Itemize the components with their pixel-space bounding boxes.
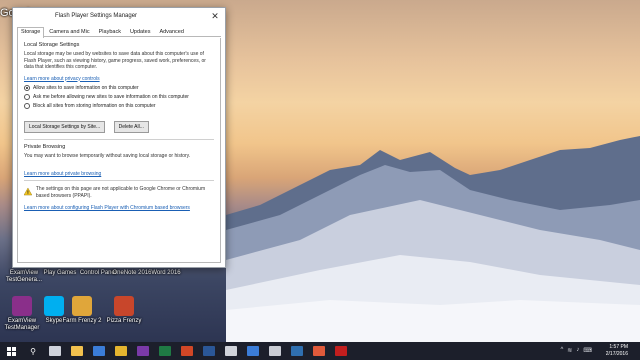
xbox-icon (269, 346, 281, 356)
calculator-icon (225, 346, 237, 356)
titlebar[interactable]: Flash Player Settings Manager ✕ (13, 8, 225, 24)
chromium-notice-text: The settings on this page are not applic… (35, 186, 206, 199)
desktop-icon[interactable]: Farm Frenzy 2 (60, 296, 104, 325)
section-divider (24, 180, 214, 181)
local-storage-description: Local storage may be used by websites to… (24, 51, 206, 70)
mail-icon (247, 346, 259, 356)
section-divider (24, 138, 214, 140)
desktop-icon-label: Farm Frenzy 2 (62, 318, 102, 324)
delete-all-button[interactable]: Delete All... (113, 120, 149, 133)
search-icon[interactable]: ⚲ (22, 342, 44, 360)
chrome2-icon[interactable] (308, 342, 330, 360)
tab-updates[interactable]: Updates (126, 27, 155, 36)
xbox-icon[interactable] (264, 342, 286, 360)
warning-icon (24, 187, 32, 196)
file-explorer-icon (71, 346, 83, 356)
flash-icon[interactable] (330, 342, 352, 360)
radio-block-all[interactable]: Block all sites from storing information… (24, 102, 214, 109)
task-view-icon (49, 346, 61, 356)
word-icon (203, 346, 215, 356)
mail-icon[interactable] (242, 342, 264, 360)
app-icon (72, 296, 92, 316)
volume-icon[interactable]: ♪ (576, 347, 579, 354)
private-browsing-heading: Private Browsing (24, 143, 66, 150)
radio-allow-label: Allow sites to save information on this … (33, 84, 139, 91)
privacy-controls-link[interactable]: Learn more about privacy controls (24, 76, 214, 82)
local-storage-heading: Local Storage Settings (24, 42, 80, 48)
tab-camera-and-mic[interactable]: Camera and Mic (45, 27, 93, 36)
desktop-icon-label: Pizza Frenzy (106, 318, 142, 324)
calculator-icon[interactable] (220, 342, 242, 360)
tab-playback[interactable]: Playback (95, 27, 125, 36)
app-icon (12, 296, 32, 316)
powerpoint-icon (181, 346, 193, 356)
flash-icon (335, 346, 347, 356)
onenote-icon[interactable] (132, 342, 154, 360)
radio-ask-label: Ask me before allowing new sites to save… (33, 93, 189, 100)
radio-ask-before[interactable]: Ask me before allowing new sites to save… (24, 93, 214, 100)
close-icon[interactable]: ✕ (209, 11, 221, 22)
chevron-up-icon[interactable]: ^ (560, 347, 563, 354)
chrome2-icon (313, 346, 325, 356)
word-icon[interactable] (198, 342, 220, 360)
task-view-icon[interactable] (44, 342, 66, 360)
private-browsing-link[interactable]: Learn more about private browsing (24, 171, 214, 177)
network-icon[interactable]: ≋ (567, 347, 572, 354)
taskbar: ⚲ ^ ≋ ♪ ⌨ 1:57 PM 2/17/2016 (0, 342, 640, 360)
radio-unselected-icon (24, 93, 30, 100)
storage-panel: Local Storage Settings Local storage may… (17, 38, 221, 263)
keyboard-icon[interactable]: ⌨ (583, 347, 592, 354)
tab-storage[interactable]: Storage (17, 27, 45, 38)
tab-strip: Storage Camera and Mic Playback Updates … (17, 27, 221, 38)
onenote-icon (137, 346, 149, 356)
radio-allow-sites[interactable]: Allow sites to save information on this … (24, 84, 214, 91)
storage-buttons: Local Storage Settings by Site... Delete… (24, 115, 214, 133)
system-tray: ^ ≋ ♪ ⌨ (560, 347, 592, 354)
chrome-icon[interactable] (110, 342, 132, 360)
clock[interactable]: 1:57 PM 2/17/2016 (606, 344, 628, 358)
media-icon (291, 346, 303, 356)
media-icon[interactable] (286, 342, 308, 360)
radio-block-label: Block all sites from storing information… (33, 102, 156, 109)
chromium-config-link[interactable]: Learn more about configuring Flash Playe… (24, 205, 214, 211)
tab-advanced[interactable]: Advanced (155, 27, 187, 36)
chromium-notice: The settings on this page are not applic… (24, 186, 214, 199)
store-icon[interactable] (88, 342, 110, 360)
app-icon (114, 296, 134, 316)
excel-icon (159, 346, 171, 356)
local-storage-settings-button[interactable]: Local Storage Settings by Site... (24, 120, 106, 133)
desktop-icon[interactable]: Pizza Frenzy (102, 296, 146, 325)
storage-options: Allow sites to save information on this … (24, 84, 214, 109)
windows-icon[interactable] (0, 342, 22, 360)
radio-unselected-icon (24, 102, 30, 109)
flash-settings-window: Flash Player Settings Manager ✕ Storage … (12, 7, 226, 268)
window-title: Flash Player Settings Manager (55, 13, 138, 19)
file-explorer-icon[interactable] (66, 342, 88, 360)
time-text: 1:57 PM (609, 344, 628, 350)
date-text: 2/17/2016 (605, 351, 628, 357)
desktop-icon-label[interactable]: Word 2016 (144, 270, 188, 277)
excel-icon[interactable] (154, 342, 176, 360)
chrome-icon (115, 346, 127, 356)
store-icon (93, 346, 105, 356)
private-browsing-description: You may want to browse temporarily witho… (24, 152, 191, 159)
radio-selected-icon (24, 84, 30, 91)
powerpoint-icon[interactable] (176, 342, 198, 360)
